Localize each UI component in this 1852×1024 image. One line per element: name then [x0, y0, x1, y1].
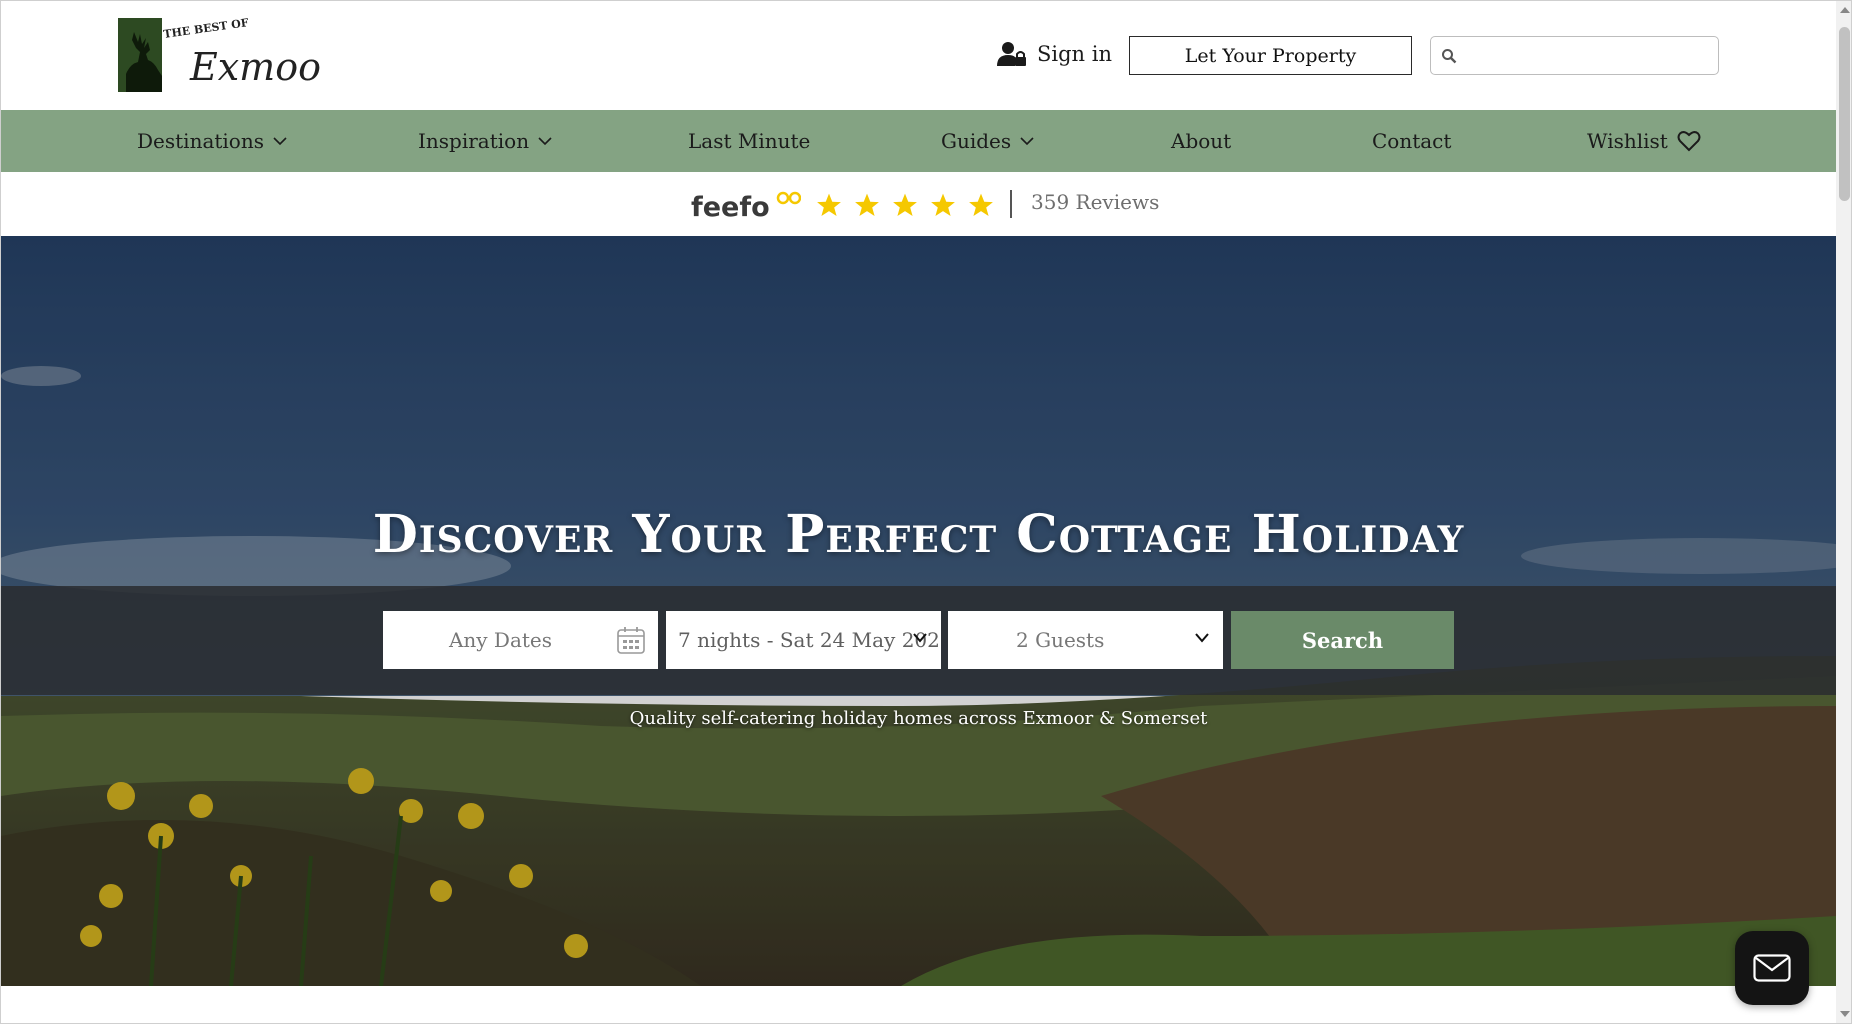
hero-title: Discover Your Perfect Cottage Holiday: [372, 504, 1465, 565]
nav-label: Wishlist: [1587, 129, 1668, 153]
search-icon: [1442, 48, 1457, 63]
guests-value: 2 Guests: [1016, 628, 1105, 652]
star-icon: [855, 193, 879, 217]
star-icon: [817, 193, 841, 217]
star-icon: [893, 193, 917, 217]
chevron-down-icon: [273, 136, 287, 145]
hero-subtitle: Quality self-catering holiday homes acro…: [629, 708, 1208, 729]
site-header: THE BEST OF Exmoor Sign in Let Your Prop…: [1, 1, 1836, 110]
nav-label: Contact: [1372, 129, 1452, 153]
nights-value: 7 nights - Sat 24 May 2025: [678, 628, 941, 652]
scroll-up-arrow[interactable]: [1840, 7, 1850, 13]
nights-select[interactable]: 7 nights - Sat 24 May 2025: [666, 611, 941, 669]
envelope-icon: [1753, 954, 1791, 982]
chevron-down-icon: [1195, 633, 1209, 643]
reviews-divider: [1010, 190, 1012, 218]
scroll-thumb[interactable]: [1839, 27, 1850, 201]
booking-search-bar: Any Dates 7 nights - Sat 24 May 2025 2 G…: [1, 586, 1836, 695]
reviews-strip[interactable]: feefo 359 Reviews: [1, 172, 1836, 236]
rating-stars: [816, 192, 994, 218]
calendar-icon: [617, 627, 645, 654]
chevron-down-icon: [538, 136, 552, 145]
search-button[interactable]: Search: [1231, 611, 1454, 669]
main-nav: Destinations Inspiration Last Minute Gui…: [1, 110, 1836, 172]
sign-in-link[interactable]: Sign in: [997, 39, 1112, 69]
logo-top-text: THE BEST OF: [163, 18, 250, 41]
nav-item-contact[interactable]: Contact: [1372, 110, 1451, 172]
nav-item-about[interactable]: About: [1171, 110, 1231, 172]
nav-label: Destinations: [137, 129, 264, 153]
feefo-wordmark: feefo: [691, 192, 770, 223]
dates-field[interactable]: Any Dates: [383, 611, 658, 669]
guests-select[interactable]: 2 Guests: [948, 611, 1223, 669]
star-icon: [931, 193, 955, 217]
scroll-down-arrow[interactable]: [1840, 1011, 1850, 1017]
page: THE BEST OF Exmoor Sign in Let Your Prop…: [0, 0, 1852, 1024]
chevron-down-icon: [913, 633, 927, 643]
nav-item-destinations[interactable]: Destinations: [137, 110, 287, 172]
dates-placeholder: Any Dates: [448, 628, 553, 652]
site-search[interactable]: [1430, 36, 1719, 75]
page-scrollbar[interactable]: [1836, 1, 1851, 1023]
nav-item-last-minute[interactable]: Last Minute: [688, 110, 810, 172]
nav-item-guides[interactable]: Guides: [941, 110, 1034, 172]
heart-icon: [1677, 131, 1701, 152]
user-lock-icon: [997, 42, 1026, 66]
site-logo[interactable]: THE BEST OF Exmoor: [118, 18, 320, 98]
let-your-property-button[interactable]: Let Your Property: [1129, 36, 1412, 75]
nav-label: Last Minute: [688, 129, 811, 153]
nav-label: Guides: [941, 129, 1012, 153]
chevron-down-icon: [1020, 136, 1034, 145]
nav-label: Inspiration: [418, 129, 530, 153]
site-search-input[interactable]: [1463, 37, 1718, 74]
logo-script-text: Exmoor: [189, 45, 320, 89]
hero-banner: Discover Your Perfect Cottage Holiday An…: [1, 236, 1836, 986]
star-icon: [969, 193, 993, 217]
contact-chat-button[interactable]: [1735, 931, 1809, 1005]
sign-in-label: Sign in: [1037, 42, 1112, 66]
nav-item-inspiration[interactable]: Inspiration: [418, 110, 552, 172]
reviews-count[interactable]: 359 Reviews: [1031, 190, 1159, 214]
nav-label: About: [1171, 129, 1232, 153]
feefo-logo: feefo: [691, 191, 801, 223]
nav-item-wishlist[interactable]: Wishlist: [1587, 110, 1701, 172]
